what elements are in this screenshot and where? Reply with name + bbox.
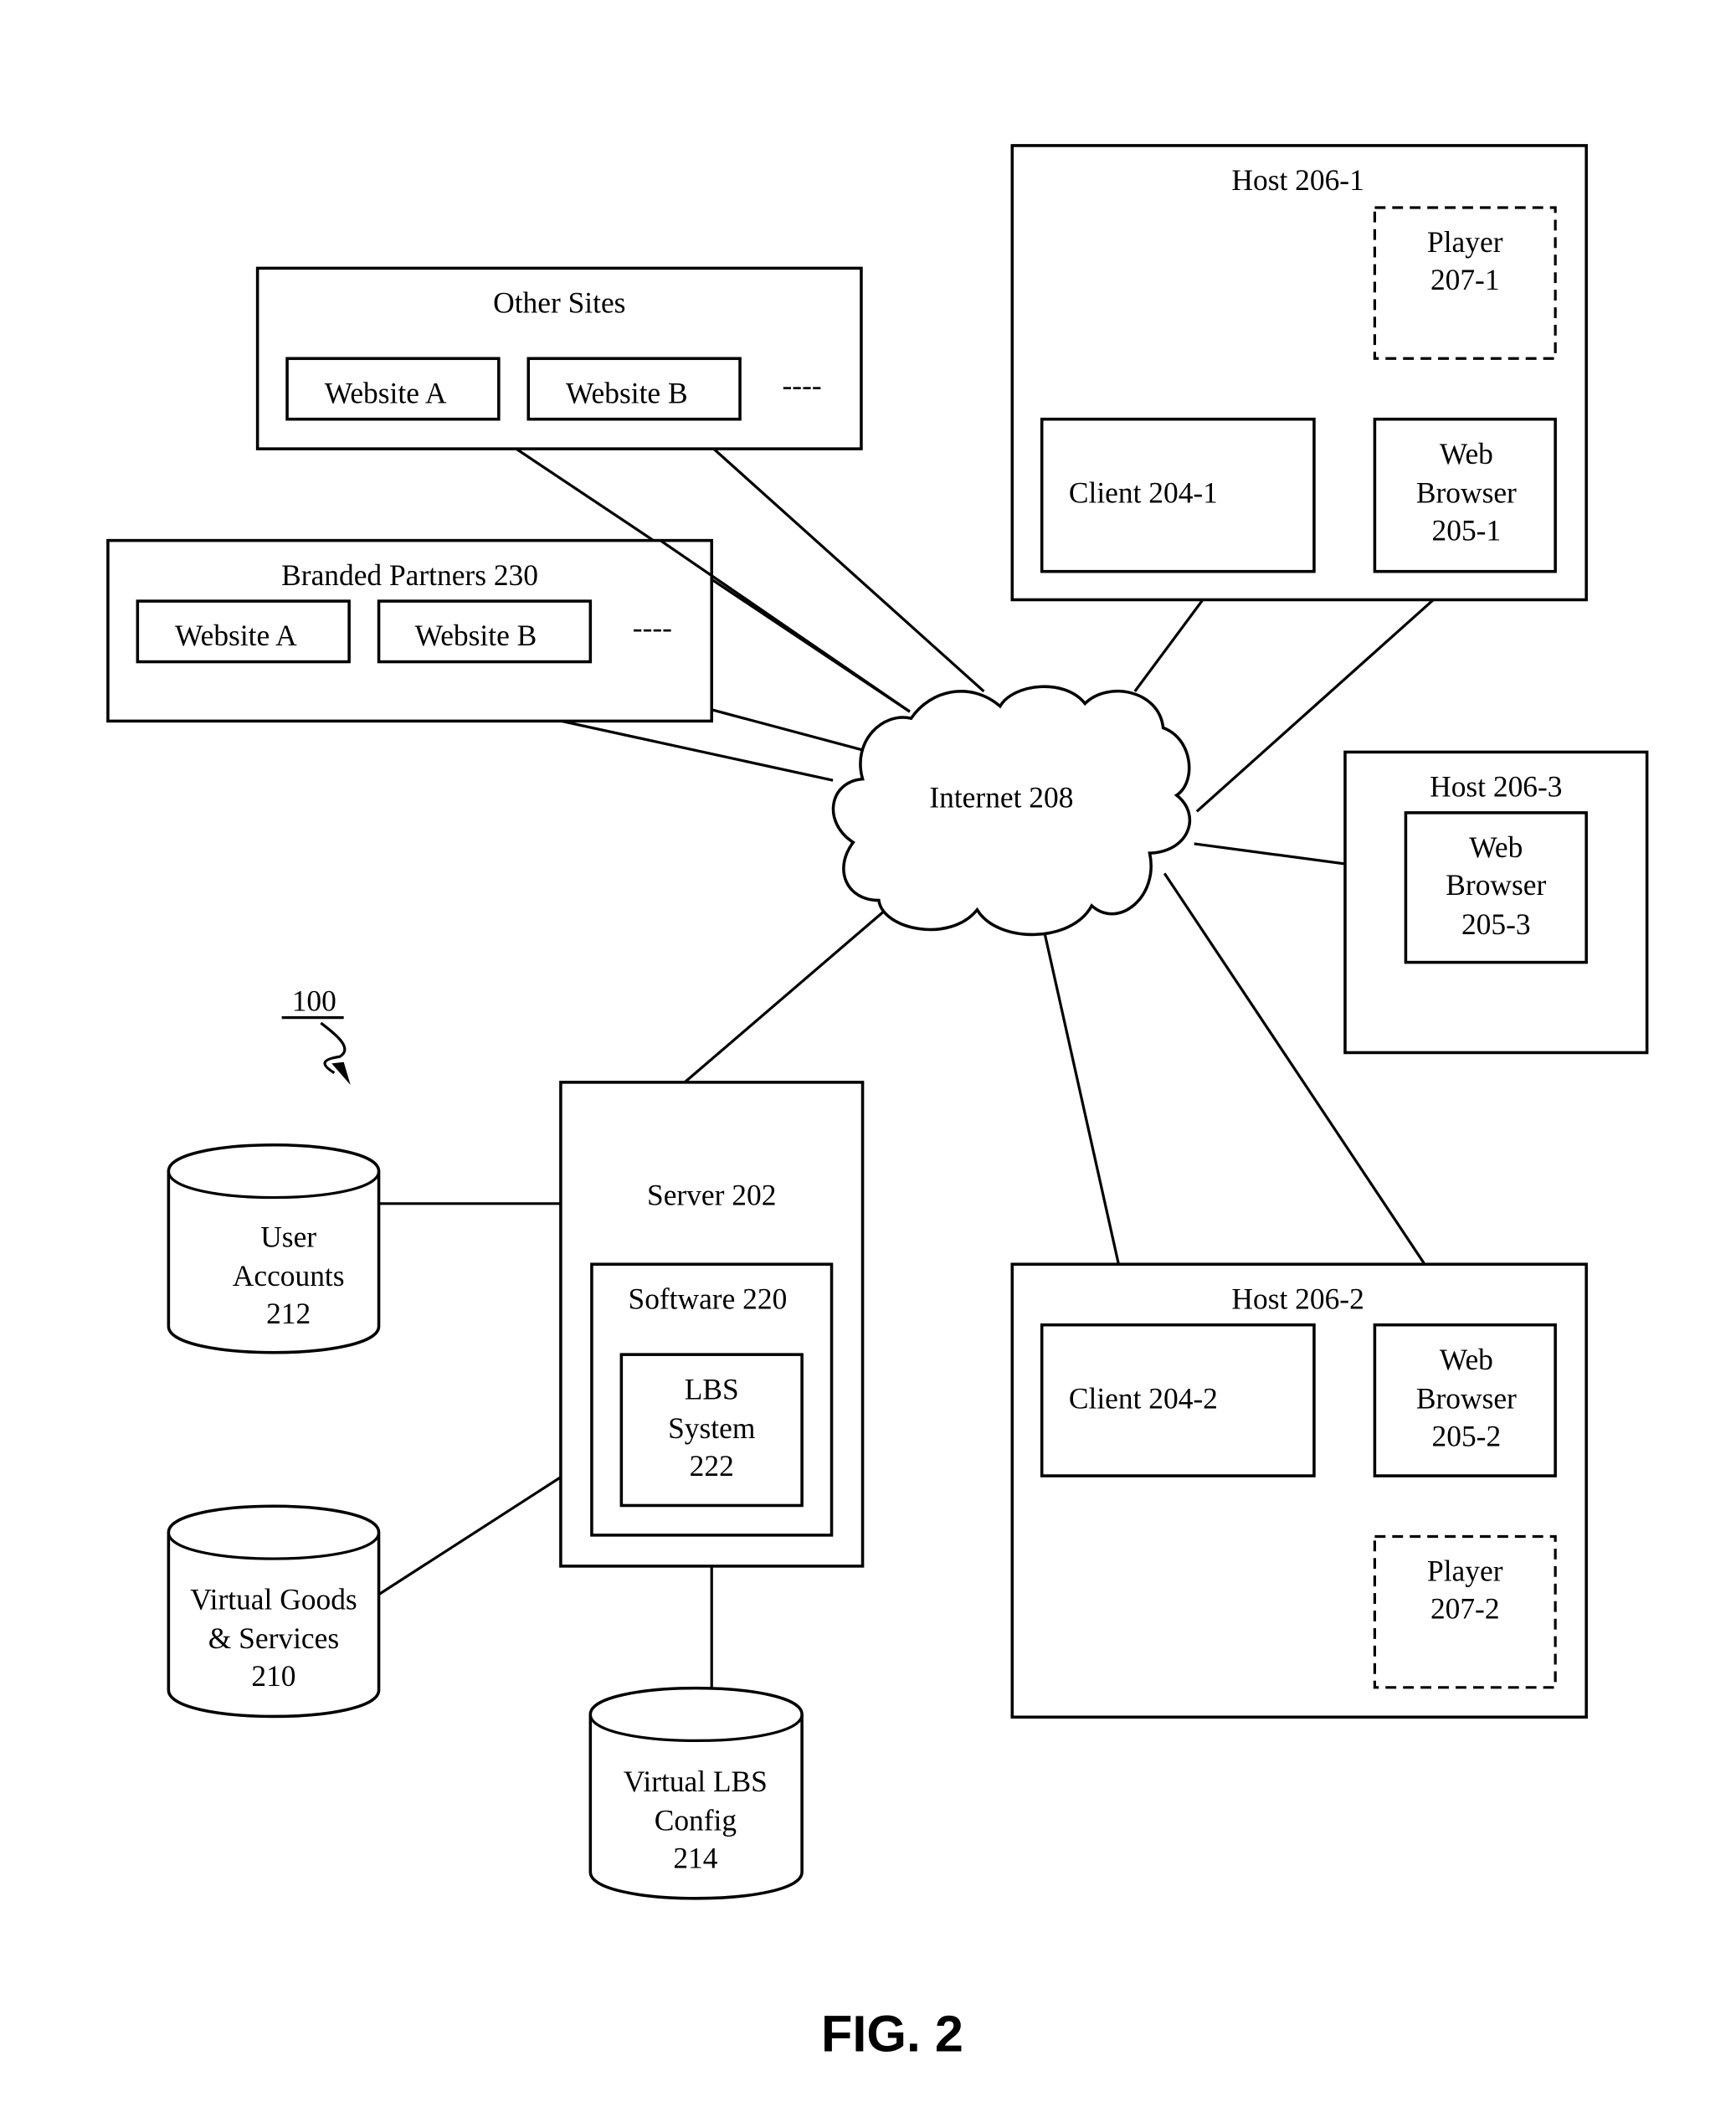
- player-207-1-number: 207-1: [1430, 263, 1500, 296]
- web-browser-205-3-line2: Browser: [1446, 868, 1546, 902]
- web-browser-205-2-line2: Browser: [1416, 1382, 1517, 1416]
- virtual-goods-line2: & Services: [208, 1621, 339, 1655]
- host-206-1-title: Host 206-1: [1231, 163, 1364, 197]
- reference-numeral-label: 100: [292, 984, 336, 1018]
- lbs-system-line3: 222: [690, 1449, 734, 1483]
- client-204-1-label: Client 204-1: [1069, 476, 1218, 510]
- web-browser-205-3-line1: Web: [1469, 830, 1523, 864]
- web-browser-205-1-line1: Web: [1440, 437, 1493, 470]
- host-206-1: Host 206-1 Player 207-1 Client 204-1 Web…: [1010, 144, 1588, 602]
- other-site-b-label: Website B: [566, 376, 688, 409]
- web-browser-205-3-line3: 205-3: [1461, 907, 1531, 941]
- client-204-2-label: Client 204-2: [1069, 1382, 1218, 1416]
- link-virtual-goods-server: [378, 1476, 562, 1596]
- virtual-lbs-config-line3: 214: [673, 1842, 717, 1875]
- virtual-lbs-config-line2: Config: [655, 1803, 737, 1837]
- player-207-2-number: 207-2: [1430, 1592, 1500, 1626]
- db-user-accounts: User Accounts 212: [167, 1143, 381, 1354]
- db-virtual-lbs-config: Virtual LBS Config 214: [588, 1686, 804, 1900]
- reference-numeral: 100: [281, 984, 351, 1086]
- branded-partners-title: Branded Partners 230: [281, 558, 538, 592]
- other-sites-group: Other Sites Website A Website B ----: [255, 266, 863, 450]
- virtual-goods-line1: Virtual Goods: [190, 1582, 357, 1616]
- virtual-lbs-config-line1: Virtual LBS: [624, 1765, 768, 1798]
- link-internet-server: [683, 902, 895, 1084]
- db-virtual-goods: Virtual Goods & Services 210: [167, 1504, 381, 1719]
- partner-site-b-label: Website B: [415, 619, 537, 652]
- virtual-goods-line3: 210: [251, 1659, 295, 1693]
- other-sites-title: Other Sites: [493, 286, 625, 320]
- host-206-3-title: Host 206-3: [1430, 770, 1562, 804]
- other-site-a-label: Website A: [325, 376, 447, 409]
- branded-partners-group: Branded Partners 230 Website A Website B…: [106, 538, 714, 723]
- user-accounts-line2: Accounts: [233, 1259, 345, 1292]
- internet-208-label: Internet 208: [929, 780, 1073, 814]
- internet-cloud: Internet 208: [831, 685, 1192, 937]
- host-206-2-title: Host 206-2: [1231, 1282, 1364, 1315]
- web-browser-205-2-line1: Web: [1440, 1343, 1493, 1376]
- link-other-b-internet: [680, 418, 985, 693]
- figure-caption: FIG. 2: [821, 2006, 963, 2063]
- user-accounts-line1: User: [260, 1220, 316, 1253]
- host-206-3: Host 206-3 Web Browser 205-3: [1343, 750, 1649, 1055]
- web-browser-205-2-line3: 205-2: [1432, 1420, 1502, 1453]
- player-207-1-label: Player: [1427, 225, 1503, 259]
- lbs-system-line2: System: [668, 1411, 755, 1445]
- web-browser-205-1-line2: Browser: [1416, 476, 1517, 510]
- web-browser-205-1-line3: 205-1: [1432, 514, 1502, 547]
- player-207-2-label: Player: [1427, 1554, 1503, 1588]
- user-accounts-line3: 212: [266, 1297, 311, 1330]
- other-sites-ellipsis: ----: [783, 368, 822, 402]
- host-206-2: Host 206-2 Client 204-2 Web Browser 205-…: [1010, 1262, 1588, 1719]
- server-202: Server 202 Software 220 LBS System 222: [559, 1081, 865, 1568]
- partner-site-a-label: Website A: [175, 619, 297, 652]
- branded-partners-ellipsis: ----: [633, 611, 672, 645]
- arrowhead-icon: [331, 1061, 351, 1086]
- software-220-label: Software 220: [629, 1282, 788, 1315]
- lbs-system-line1: LBS: [685, 1372, 739, 1405]
- system-diagram: Other Sites Website A Website B ---- Bra…: [106, 144, 1649, 2063]
- server-202-title: Server 202: [647, 1178, 776, 1211]
